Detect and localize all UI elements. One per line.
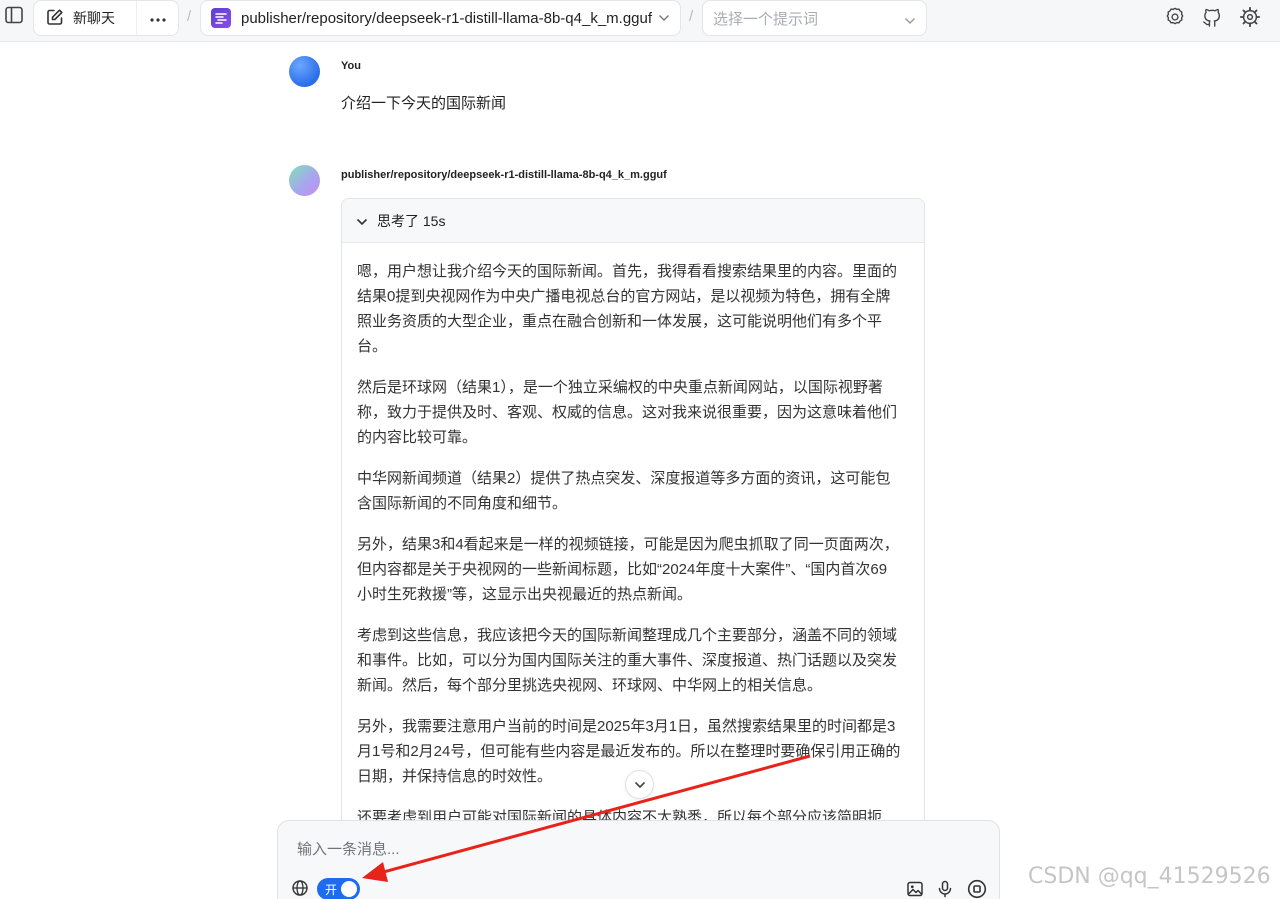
- thinking-paragraph: 嗯，用户想让我介绍今天的国际新闻。首先，我得看看搜索结果里的内容。里面的结果0提…: [357, 263, 898, 355]
- toggle-knob: [341, 881, 357, 897]
- prompt-placeholder: 选择一个提示词: [713, 10, 819, 28]
- prompt-selector[interactable]: 选择一个提示词: [702, 0, 927, 36]
- chevron-down-icon: [356, 213, 368, 229]
- assistant-sender-name: publisher/repository/deepseek-r1-distill…: [341, 169, 667, 181]
- github-icon[interactable]: [1200, 5, 1224, 29]
- microphone-icon[interactable]: [934, 878, 956, 899]
- sidebar-toggle-icon[interactable]: [2, 3, 26, 27]
- new-chat-label: 新聊天: [73, 10, 115, 26]
- settings-gear-icon[interactable]: [1163, 5, 1187, 29]
- more-options-button[interactable]: [137, 1, 178, 35]
- chevron-down-icon: [634, 776, 646, 794]
- chevron-down-icon: [658, 9, 670, 27]
- chevron-down-icon: [904, 12, 916, 29]
- thinking-paragraph: 另外，结果3和4看起来是一样的视频链接，可能是因为爬虫抓取了同一页面两次，但内容…: [357, 536, 899, 603]
- user-message-text: 介绍一下今天的国际新闻: [341, 95, 507, 112]
- thinking-content: 嗯，用户想让我介绍今天的国际新闻。首先，我得看看搜索结果里的内容。里面的结果0提…: [342, 243, 924, 837]
- user-avatar: [289, 56, 320, 87]
- thinking-paragraph: 考虑到这些信息，我应该把今天的国际新闻整理成几个主要部分，涵盖不同的领域和事件。…: [357, 627, 898, 694]
- new-chat-button[interactable]: 新聊天: [34, 1, 137, 35]
- thinking-paragraph: 然后是环球网（结果1），是一个独立采编权的中央重点新闻网站，以国际视野著称，致力…: [357, 379, 898, 446]
- model-selector[interactable]: publisher/repository/deepseek-r1-distill…: [200, 0, 681, 36]
- settings-cog-icon[interactable]: [1238, 5, 1262, 29]
- top-bar: 新聊天 / publisher/repository/deepseek-r1-d…: [0, 0, 1280, 42]
- globe-icon[interactable]: [291, 879, 309, 897]
- thinking-paragraph: 中华网新闻频道（结果2）提供了热点突发、深度报道等多方面的资讯，这可能包含国际新…: [357, 470, 891, 512]
- toggle-label: 开: [325, 883, 338, 897]
- thinking-duration-label: 思考了 15s: [377, 212, 446, 229]
- scroll-to-bottom-button[interactable]: [625, 770, 654, 799]
- more-horizontal-icon: [149, 9, 166, 27]
- web-search-toggle[interactable]: 开: [317, 878, 360, 899]
- thinking-panel: 思考了 15s 嗯，用户想让我介绍今天的国际新闻。首先，我得看看搜索结果里的内容…: [341, 198, 925, 838]
- new-chat-group: 新聊天: [33, 0, 179, 36]
- stop-icon[interactable]: [966, 878, 988, 899]
- watermark-text: CSDN @qq_41529526: [1028, 864, 1271, 889]
- thinking-toggle[interactable]: 思考了 15s: [342, 199, 924, 243]
- assistant-avatar: [289, 165, 320, 196]
- model-name: publisher/repository/deepseek-r1-distill…: [241, 9, 653, 27]
- message-input[interactable]: [297, 841, 897, 858]
- image-upload-icon[interactable]: [904, 878, 926, 899]
- chat-input-box: 开: [277, 820, 1000, 899]
- model-logo-icon: [211, 8, 231, 28]
- user-sender-name: You: [341, 60, 361, 72]
- edit-icon: [46, 8, 64, 29]
- breadcrumb-separator: /: [689, 8, 694, 25]
- breadcrumb-separator: /: [187, 8, 192, 25]
